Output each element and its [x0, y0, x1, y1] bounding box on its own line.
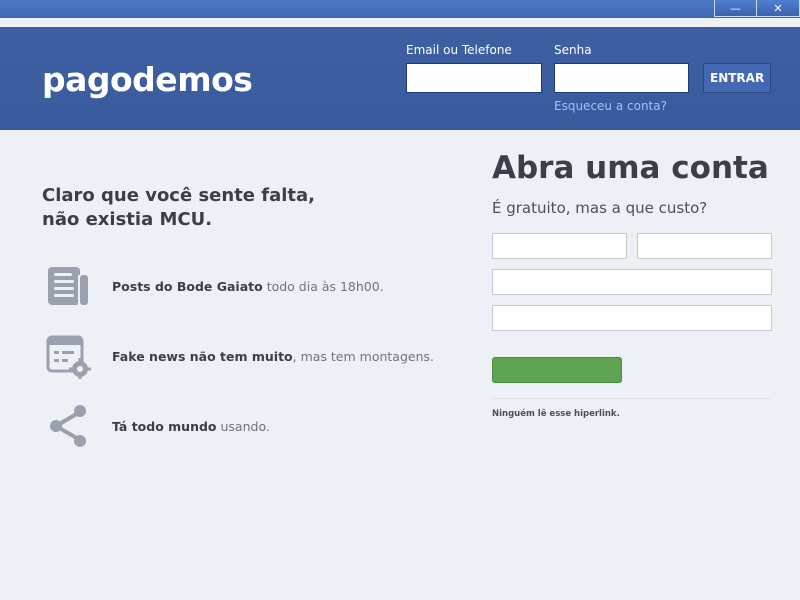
email-label: Email ou Telefone: [406, 43, 512, 57]
feature-fake-news-bold: Fake news não tem muito: [112, 348, 293, 364]
feature-everyone-rest: usando.: [216, 418, 270, 434]
share-icon: [42, 400, 94, 452]
tagline-line-1: Claro que você sente falta,: [42, 185, 316, 206]
tagline: Claro que você sente falta, não existia …: [42, 184, 382, 232]
feature-posts-rest: todo dia às 18h00.: [262, 278, 384, 294]
signup-title: Abra uma conta: [492, 150, 769, 186]
last-name-field[interactable]: [637, 233, 772, 259]
minimize-icon: —: [730, 1, 741, 15]
fake-news-icon: [42, 330, 94, 382]
window-controls: — ✕: [714, 0, 800, 17]
feature-item-everyone: Tá todo mundo usando.: [42, 400, 442, 452]
header-bar: pagodemos Email ou Telefone Senha ENTRAR…: [0, 27, 800, 130]
feature-everyone-bold: Tá todo mundo: [112, 418, 217, 434]
window-title-bar: [0, 0, 800, 18]
new-password-field[interactable]: [492, 305, 772, 331]
feature-item-fake-news: Fake news não tem muito, mas tem montage…: [42, 330, 442, 382]
close-icon: ✕: [773, 1, 783, 15]
login-button[interactable]: ENTRAR: [703, 63, 771, 93]
first-name-field[interactable]: [492, 233, 627, 259]
feature-fake-news-rest: , mas tem montagens.: [292, 348, 434, 364]
forgot-account-link[interactable]: Esqueceu a conta?: [554, 99, 667, 113]
close-button[interactable]: ✕: [757, 0, 800, 17]
feature-item-posts: Posts do Bode Gaiato todo dia às 18h00.: [42, 260, 442, 312]
logo: pagodemos: [42, 60, 253, 99]
email-field[interactable]: [406, 63, 542, 93]
newspaper-icon: [42, 260, 94, 312]
footer-hyperlink-text[interactable]: Ninguém lê esse hiperlink.: [492, 409, 620, 419]
email-or-phone-field[interactable]: [492, 269, 772, 295]
tagline-line-2: não existia MCU.: [42, 209, 213, 230]
feature-posts-bold: Posts do Bode Gaiato: [112, 278, 263, 294]
signup-button[interactable]: [492, 357, 622, 383]
divider: [492, 398, 770, 399]
password-field[interactable]: [554, 63, 689, 93]
password-label: Senha: [554, 43, 592, 57]
signup-subtitle: É gratuito, mas a que custo?: [492, 199, 708, 217]
minimize-button[interactable]: —: [714, 0, 757, 17]
